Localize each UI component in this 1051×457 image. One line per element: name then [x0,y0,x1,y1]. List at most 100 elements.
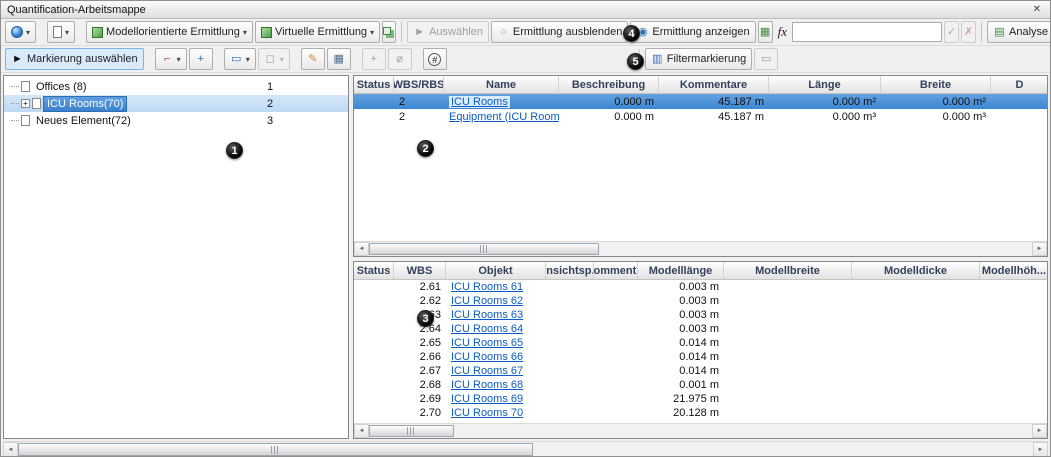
column-header[interactable]: Status [354,262,394,279]
column-header[interactable]: Modellhöh... [980,262,1047,279]
area-markup-menu-button[interactable]: ◻ ▾ [257,48,290,70]
scroll-left-icon[interactable]: ◄ [354,242,369,256]
table-row[interactable]: 2.64 ICU Rooms 64 0.003 m [354,322,1047,336]
column-header[interactable]: Beschreibung [559,76,659,93]
close-icon[interactable]: ✕ [1030,4,1044,15]
change-analysis-button[interactable]: ▤ Analyse ändern ▾ [987,21,1050,43]
scroll-right-icon[interactable]: ► [1033,442,1048,456]
select-markup-button[interactable]: ► Markierung auswählen [5,48,144,70]
items-table-hscrollbar[interactable]: ◄ ► [354,423,1047,438]
column-header[interactable]: Name [444,76,559,93]
table-row[interactable]: 2.69 ICU Rooms 69 21.975 m [354,392,1047,406]
hide-takeoff-button[interactable]: ○ Ermittlung ausblenden [490,21,629,43]
object-link[interactable]: ICU Rooms 70 [451,407,523,419]
filter-markup-button[interactable]: ▥ Filtermarkierung [644,48,753,70]
tree-item[interactable]: Neues Element(72) 3 [4,112,348,129]
page-icon [53,26,63,38]
formula-input[interactable] [792,22,942,42]
tree-item[interactable]: Offices (8) 1 [4,78,348,95]
callout-badge-5: 5 [627,53,644,70]
chevron-down-icon: ▾ [65,27,70,37]
table-row[interactable]: 2.65 ICU Rooms 65 0.014 m [354,336,1047,350]
column-header[interactable]: Länge [769,76,881,93]
point-markup-button[interactable]: + [188,48,213,70]
table-row[interactable]: 2.61 ICU Rooms 61 0.003 m [354,280,1047,294]
column-header[interactable]: Modelllänge [638,262,724,279]
callout-badge-2: 2 [417,140,434,157]
tree-item[interactable]: + ICU Rooms(70) 2 [4,95,348,112]
object-link[interactable]: ICU Rooms 63 [451,309,523,321]
column-header[interactable]: Modelldicke [852,262,980,279]
table-row[interactable]: 2.67 ICU Rooms 67 0.014 m [354,364,1047,378]
crosshair-icon: + [197,52,204,65]
column-header[interactable]: Status [354,76,394,93]
column-header[interactable]: Modellbreite [724,262,852,279]
object-link[interactable]: ICU Rooms 61 [451,281,523,293]
accept-formula-button[interactable]: ✓ [944,21,959,43]
table-row[interactable]: 2.68 ICU Rooms 68 0.001 m [354,378,1047,392]
virtual-takeoff-button[interactable]: Virtuelle Ermittlung ▾ [254,21,381,43]
grid-icon: ▦ [759,25,771,38]
cancel-formula-button[interactable]: ✗ [961,21,976,43]
takeoff-navigator-button[interactable] [382,21,397,43]
tree-expander-icon[interactable]: + [21,99,30,108]
table-cell: 0.003 m [679,281,719,293]
column-header[interactable]: Breite [881,76,991,93]
model-takeoff-button[interactable]: Modellorientierte Ermittlung ▾ [86,21,253,43]
object-link[interactable]: ICU Rooms 64 [451,323,523,335]
table-cell: 0.003 m [679,295,719,307]
column-header[interactable]: Ansichtsp... [546,262,594,279]
object-link[interactable]: ICU Rooms 69 [451,393,523,405]
scroll-right-icon[interactable]: ► [1032,242,1047,256]
object-link[interactable]: ICU Rooms 67 [451,365,523,377]
takeoff-table-hscrollbar[interactable]: ◄ ► [354,241,1047,256]
boxes-icon [383,26,392,35]
column-header[interactable]: D [991,76,1047,93]
table-row[interactable]: 2.66 ICU Rooms 66 0.014 m [354,350,1047,364]
dashed-rectangle-icon: ◻ [265,52,275,65]
table-cell: 0.001 m [679,379,719,391]
item-menu-button[interactable]: ▾ [47,21,76,43]
column-header[interactable]: WBS/RBS [394,76,444,93]
table-row[interactable]: 2 ICU Rooms 0.000 m 45.187 m 0.000 m² 0.000 m… [354,94,1047,109]
column-header[interactable]: Objekt [446,262,546,279]
show-takeoff-button[interactable]: ◉ Ermittlung anzeigen [630,21,756,43]
erase-markup-button[interactable]: ⌀ [387,48,412,70]
table-row[interactable]: 2 Equipment (ICU Rooms) 0.000 m 45.187 m 0.0… [354,109,1047,124]
column-header[interactable]: Komment... [594,262,638,279]
scroll-left-icon[interactable]: ◄ [3,442,18,456]
scrollbar-thumb[interactable] [369,243,599,255]
add-markup-button[interactable]: + [361,48,386,70]
markup-extra-button[interactable]: ▭ [754,48,779,70]
object-link[interactable]: ICU Rooms 68 [451,379,523,391]
table-row[interactable]: 2.63ICU Rooms 630.003 m [354,308,1047,322]
table-row[interactable]: 2.70 ICU Rooms 70 20.128 m [354,406,1047,420]
select-button[interactable]: ► Auswählen [407,21,489,43]
column-header[interactable]: Kommentare [659,76,769,93]
tree-item-label: Offices (8) [36,80,87,93]
table-row[interactable]: 2.62 ICU Rooms 62 0.003 m [354,294,1047,308]
object-link[interactable]: ICU Rooms 62 [451,295,523,307]
rect-markup-menu-button[interactable]: ▭ ▾ [223,48,256,70]
object-link[interactable]: ICU Rooms [449,95,510,108]
object-link[interactable]: ICU Rooms 65 [451,337,523,349]
model-display-menu-button[interactable]: ▾ [5,21,37,43]
scroll-right-icon[interactable]: ► [1032,424,1047,438]
scrollbar-track[interactable] [369,242,1032,256]
scrollbar-track[interactable] [18,442,1033,456]
object-link[interactable]: ICU Rooms 66 [451,351,523,363]
column-header[interactable]: WBS [394,262,446,279]
scrollbar-thumb[interactable] [369,425,454,437]
table-cell: 2 [399,95,406,108]
grid-markup-button[interactable]: ▦ [326,48,351,70]
count-markup-button[interactable]: # [422,48,447,70]
formula-grid-button[interactable]: ▦ [757,21,773,43]
line-markup-menu-button[interactable]: ⌐ ▾ [154,48,187,70]
table-cell: ICU Rooms 70 [446,407,546,419]
pencil-markup-button[interactable]: ✎ [300,48,325,70]
window-hscrollbar[interactable]: ◄ ► [3,441,1048,456]
scroll-left-icon[interactable]: ◄ [354,424,369,438]
object-link[interactable]: Equipment (ICU Rooms) [449,111,559,123]
scrollbar-thumb[interactable] [18,443,533,456]
scrollbar-track[interactable] [369,424,1032,438]
